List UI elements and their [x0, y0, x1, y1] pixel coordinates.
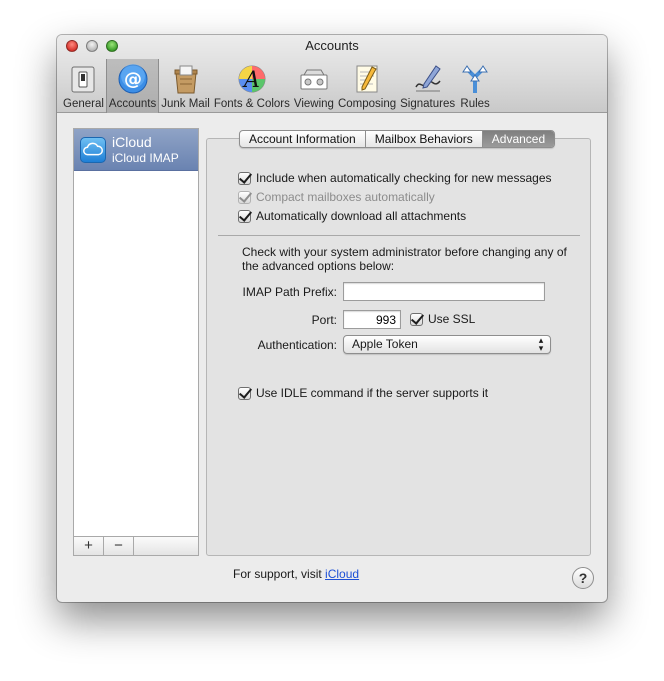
imap-prefix-label: IMAP Path Prefix: — [242, 285, 337, 299]
compact-mailboxes-row: Compact mailboxes automatically — [238, 190, 435, 204]
svg-text:@: @ — [124, 69, 142, 90]
compact-mailboxes-checkbox — [238, 190, 251, 204]
authentication-popup[interactable]: Apple Token ▴ ▾ — [343, 335, 551, 354]
help-button[interactable]: ? — [572, 567, 594, 589]
use-ssl-label: Use SSL — [428, 312, 476, 326]
download-attachments-label: Automatically download all attachments — [256, 209, 467, 223]
toolbar-signatures-label: Signatures — [400, 98, 456, 110]
toolbar-junk-mail-label: Junk Mail — [161, 98, 210, 110]
toolbar-general-label: General — [63, 98, 104, 110]
preferences-window: Accounts General @ Accounts Junk Mail A … — [57, 35, 607, 602]
account-name: iCloud — [112, 134, 152, 150]
remove-account-button[interactable]: − — [104, 537, 134, 555]
use-idle-label: Use IDLE command if the server supports … — [256, 386, 489, 400]
account-list-buttons: + − — [73, 536, 199, 556]
compact-mailboxes-label: Compact mailboxes automatically — [256, 190, 435, 204]
toolbar-junk-mail[interactable]: Junk Mail — [159, 59, 212, 113]
accounts-list[interactable]: iCloud iCloud IMAP — [73, 128, 199, 556]
use-ssl-checkbox[interactable] — [410, 312, 423, 326]
window-title: Accounts — [305, 38, 359, 53]
toolbar-accounts-label: Accounts — [108, 98, 157, 110]
toolbar-viewing[interactable]: Viewing — [292, 59, 336, 113]
toolbar-signatures[interactable]: Signatures — [398, 59, 457, 113]
svg-text:A: A — [242, 68, 260, 93]
imap-prefix-input[interactable] — [343, 282, 545, 301]
download-attachments-checkbox[interactable] — [238, 209, 251, 223]
popup-arrows-icon: ▴ ▾ — [538, 335, 544, 353]
use-ssl-row[interactable]: Use SSL — [410, 312, 475, 326]
use-idle-checkbox[interactable] — [238, 386, 251, 400]
preferences-toolbar: General @ Accounts Junk Mail A Fonts & C… — [61, 59, 493, 113]
tab-advanced[interactable]: Advanced — [482, 131, 555, 147]
add-account-button[interactable]: + — [74, 537, 104, 555]
support-link[interactable]: iCloud — [325, 567, 359, 581]
toolbar-fonts-colors[interactable]: A Fonts & Colors — [212, 59, 292, 113]
include-checking-row[interactable]: Include when automatically checking for … — [238, 171, 552, 185]
toolbar-rules-label: Rules — [460, 98, 490, 110]
tab-bar: Account Information Mailbox Behaviors Ad… — [239, 130, 556, 148]
titlebar: Accounts General @ Accounts Junk Mail A … — [57, 35, 607, 113]
authentication-value: Apple Token — [352, 337, 418, 351]
tab-account-information[interactable]: Account Information — [240, 131, 366, 147]
use-idle-row[interactable]: Use IDLE command if the server supports … — [238, 386, 488, 400]
composing-icon — [356, 65, 378, 93]
toolbar-viewing-label: Viewing — [293, 98, 334, 110]
include-checking-label: Include when automatically checking for … — [256, 171, 552, 185]
rules-icon — [462, 65, 489, 93]
support-prefix: For support, visit — [233, 567, 322, 581]
at-sign-icon: @ — [118, 64, 148, 94]
authentication-label: Authentication: — [257, 338, 337, 352]
toolbar-composing[interactable]: Composing — [336, 59, 398, 113]
fonts-colors-icon: A — [238, 65, 266, 93]
include-checking-checkbox[interactable] — [238, 171, 251, 185]
port-label: Port: — [311, 313, 337, 327]
tab-mailbox-behaviors[interactable]: Mailbox Behaviors — [366, 131, 483, 147]
toolbar-composing-label: Composing — [337, 98, 397, 110]
junk-mail-icon — [174, 65, 198, 94]
signatures-icon — [414, 65, 441, 92]
viewing-icon — [300, 69, 328, 90]
support-text: For support, visit iCloud — [233, 567, 359, 581]
port-input[interactable] — [343, 310, 401, 329]
toolbar-fonts-colors-label: Fonts & Colors — [213, 98, 290, 110]
toolbar-accounts[interactable]: @ Accounts — [105, 59, 160, 113]
section-divider — [218, 235, 580, 236]
account-row-icloud[interactable]: iCloud iCloud IMAP — [74, 129, 198, 171]
cloud-icon — [80, 137, 106, 163]
admin-note: Check with your system administrator bef… — [242, 245, 567, 273]
list-button-bar-filler — [134, 537, 198, 555]
toolbar-general[interactable]: General — [61, 59, 106, 113]
toolbar-rules[interactable]: Rules — [457, 59, 493, 113]
account-type: iCloud IMAP — [112, 151, 179, 165]
general-switch-icon — [71, 66, 95, 93]
download-attachments-row[interactable]: Automatically download all attachments — [238, 209, 466, 223]
